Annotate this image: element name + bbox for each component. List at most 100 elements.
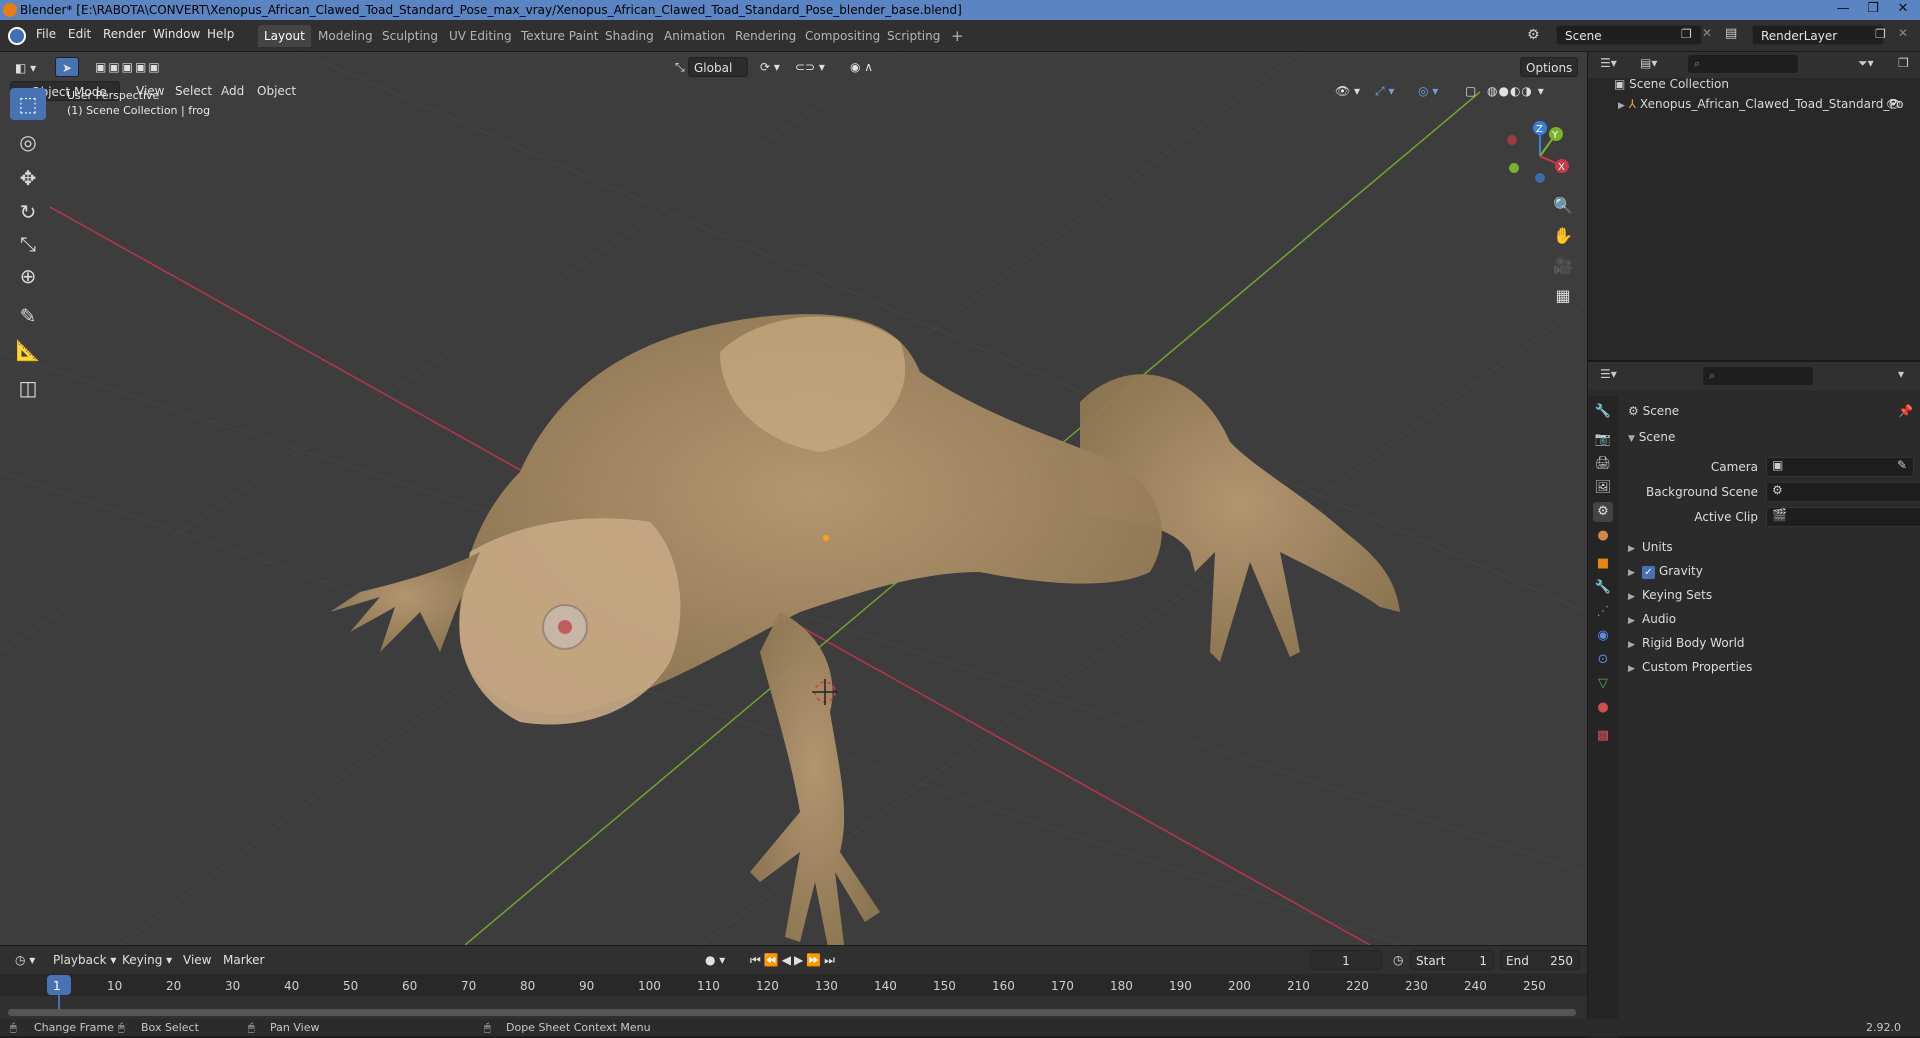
gravity-checkbox[interactable]: ✓ [1642,566,1655,579]
tab-animation[interactable]: Animation [658,25,731,47]
menu-marker[interactable]: Marker [218,950,269,970]
select-mode-icons[interactable]: ▣▣▣▣▣ [90,57,167,77]
transform-orientation-dropdown[interactable]: Global [688,57,748,77]
delete-layer-icon[interactable]: ✕ [1898,26,1908,40]
overlays-icon[interactable]: ◎ ▾ [1413,81,1443,101]
add-workspace-button[interactable]: + [945,25,970,47]
scene-collection-row[interactable]: ▣ Scene Collection [1614,77,1729,91]
close-button[interactable]: ✕ [1888,0,1918,20]
preview-range-icon[interactable]: ◷ [1388,950,1408,970]
properties-options-icon[interactable]: ▾ [1898,367,1904,381]
render-tab-icon[interactable]: 📷 [1593,430,1613,450]
data-tab-icon[interactable]: ▽ [1593,674,1613,694]
cursor-tool[interactable]: ◎ [10,126,46,158]
frog-model[interactable] [330,314,1400,945]
menu-timeline-view[interactable]: View [178,950,216,970]
start-frame-field[interactable]: Start 1 [1410,950,1494,970]
playback-controls[interactable]: ⏮⏪◀▶⏩⏭ [745,950,843,970]
scale-tool[interactable]: ⤡ [10,228,46,260]
tab-rendering[interactable]: Rendering [729,25,802,47]
tab-sculpting[interactable]: Sculpting [376,25,444,47]
visibility-eye-icon[interactable]: 👁 [1886,97,1901,111]
zoom-icon[interactable]: 🔍 [1549,192,1577,220]
output-tab-icon[interactable]: 🖨 [1593,454,1613,474]
annotate-tool[interactable]: ✎ [10,300,46,332]
pan-hand-icon[interactable]: ✋ [1549,222,1577,250]
menu-select[interactable]: Select [170,81,217,101]
delete-scene-icon[interactable]: ✕ [1702,26,1712,40]
modifier-tab-icon[interactable]: 🔧 [1593,578,1613,598]
move-tool[interactable]: ✥ [10,162,46,194]
custom-properties-panel[interactable]: ▶ Custom Properties [1628,660,1752,674]
select-box-tool[interactable]: ⬚ [10,88,46,120]
units-panel[interactable]: ▶ Units [1628,540,1673,554]
outliner-item-xenopus[interactable]: ▶ ⅄ Xenopus_African_Clawed_Toad_Standard… [1618,97,1918,111]
gizmo-toggle-icon[interactable]: ⤢ ▾ [1370,81,1399,101]
pivot-icon[interactable]: ⟳ ▾ [755,57,785,77]
tab-compositing[interactable]: Compositing [799,25,886,47]
camera-field[interactable]: ▣ ✎ [1766,457,1914,477]
menu-keying[interactable]: Keying ▾ [117,950,177,970]
active-clip-field[interactable]: 🎬 [1766,507,1920,527]
new-layer-icon[interactable]: ❐ [1875,27,1886,41]
tab-layout[interactable]: Layout [258,25,311,47]
physics-tab-icon[interactable]: ◉ [1593,626,1613,646]
gravity-panel[interactable]: ▶ ✓ Gravity [1628,564,1703,579]
tab-texture-paint[interactable]: Texture Paint [515,25,604,47]
transform-tool[interactable]: ⊕ [10,260,46,292]
camera-view-icon[interactable]: 🎥 [1549,252,1577,280]
menu-file[interactable]: File [36,27,56,41]
rotate-tool[interactable]: ↻ [10,196,46,228]
menu-playback[interactable]: Playback ▾ [48,950,121,970]
tab-shading[interactable]: Shading [599,25,660,47]
editor-type-icon[interactable]: ◧ ▾ [10,58,41,78]
shading-modes-icons[interactable]: ◍●◐◑ ▾ [1482,81,1550,101]
audio-panel[interactable]: ▶ Audio [1628,612,1676,626]
navigation-gizmo[interactable]: Z Y X [1500,116,1580,196]
menu-window[interactable]: Window [153,27,200,41]
xray-icon[interactable]: ▢ [1460,81,1481,101]
menu-render[interactable]: Render [103,27,146,41]
end-frame-field[interactable]: End 250 [1500,950,1580,970]
outliner-editor-type-icon[interactable]: ☰▾ [1600,56,1617,70]
properties-search-input[interactable]: ⌕ [1703,367,1813,385]
pin-icon[interactable]: 📌 [1898,404,1913,418]
select-tool-icon[interactable]: ➤ [55,57,79,77]
record-button[interactable]: ● ▾ [700,950,730,970]
new-scene-icon[interactable]: ❐ [1681,27,1692,41]
menu-object[interactable]: Object [252,81,301,101]
texture-tab-icon[interactable]: ▩ [1593,726,1613,746]
scene-tab-icon[interactable]: ⚙ [1593,502,1613,522]
maximize-button[interactable]: ❐ [1858,0,1888,20]
menu-edit[interactable]: Edit [68,27,91,41]
snap-icon[interactable]: ⊂⊃ ▾ [790,57,830,77]
tool-tab-icon[interactable]: 🔧 [1593,402,1613,422]
world-tab-icon[interactable]: ● [1593,526,1613,546]
scene-panel-header[interactable]: ▼ Scene [1628,430,1675,444]
render-layer-selector[interactable]: RenderLayer [1752,25,1884,45]
constraints-tab-icon[interactable]: ⊙ [1593,650,1613,670]
proportional-edit-icon[interactable]: ◉ ∧ [845,57,878,77]
object-tab-icon[interactable]: ■ [1593,554,1613,574]
options-dropdown[interactable]: Options [1520,57,1579,77]
outliner-search-input[interactable]: ⌕ [1688,55,1798,73]
material-tab-icon[interactable]: ● [1593,698,1613,718]
filter-icon[interactable]: ⏷▾ [1858,56,1874,71]
minimize-button[interactable]: — [1828,0,1858,20]
background-scene-field[interactable]: ⚙ [1766,482,1920,502]
timeline-scrollbar[interactable] [8,1009,1576,1016]
add-cube-tool[interactable]: ◫ [10,372,46,404]
tab-uv-editing[interactable]: UV Editing [443,25,518,47]
timeline-editor-type-icon[interactable]: ◷ ▾ [10,950,40,970]
3d-viewport[interactable]: ◧ ▾ ➤ ▣▣▣▣▣ ⤡ Global ⟳ ▾ ⊂⊃ ▾ ◉ ∧ Option… [0,52,1587,945]
tab-scripting[interactable]: Scripting [881,25,946,47]
visibility-icon[interactable]: 👁 ▾ [1330,81,1365,101]
ortho-grid-icon[interactable]: ▦ [1549,282,1577,310]
new-collection-icon[interactable]: ❐ [1898,56,1909,70]
keying-sets-panel[interactable]: ▶ Keying Sets [1628,588,1712,602]
properties-editor-type-icon[interactable]: ☰▾ [1600,367,1617,381]
blender-menu-icon[interactable] [8,27,26,45]
display-mode-icon[interactable]: ▤▾ [1640,56,1657,70]
menu-add[interactable]: Add [216,81,249,101]
particles-tab-icon[interactable]: ⋰ [1593,602,1613,622]
